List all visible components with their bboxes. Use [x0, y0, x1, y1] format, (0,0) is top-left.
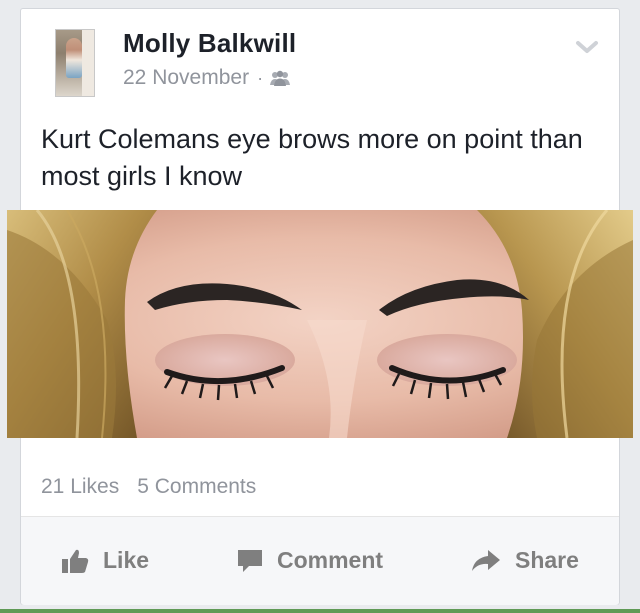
comment-button[interactable]: Comment: [237, 547, 383, 574]
friends-icon[interactable]: [269, 70, 291, 86]
action-bar: Like Comment Share: [21, 517, 619, 605]
thumbs-up-icon: [62, 549, 89, 573]
comments-count[interactable]: 5 Comments: [137, 475, 256, 499]
post-text: Kurt Colemans eye brows more on point th…: [41, 124, 583, 191]
share-arrow-icon: [472, 549, 500, 571]
post-stats: 21 Likes 5 Comments: [41, 475, 256, 499]
comment-label: Comment: [277, 547, 384, 573]
comment-icon: [238, 549, 262, 572]
like-button[interactable]: Like: [61, 547, 149, 574]
like-label: Like: [103, 547, 150, 573]
photo-eyebrows-image: [7, 210, 633, 438]
post-meta: 22 November ·: [123, 66, 291, 90]
meta-separator: ·: [257, 67, 264, 88]
post-photo[interactable]: [7, 210, 633, 438]
avatar-background: [82, 30, 94, 96]
share-button[interactable]: Share: [471, 547, 579, 574]
chevron-down-icon[interactable]: [575, 39, 599, 55]
post-date[interactable]: 22 November: [123, 66, 249, 90]
post-author-name[interactable]: Molly Balkwill: [123, 28, 296, 59]
avatar-figure: [66, 38, 82, 78]
avatar[interactable]: [55, 29, 95, 97]
bottom-edge: [0, 609, 640, 613]
likes-count[interactable]: 21 Likes: [41, 475, 119, 499]
share-label: Share: [515, 547, 579, 573]
screen: Molly Balkwill 22 November · Kurt Colema…: [0, 0, 640, 613]
